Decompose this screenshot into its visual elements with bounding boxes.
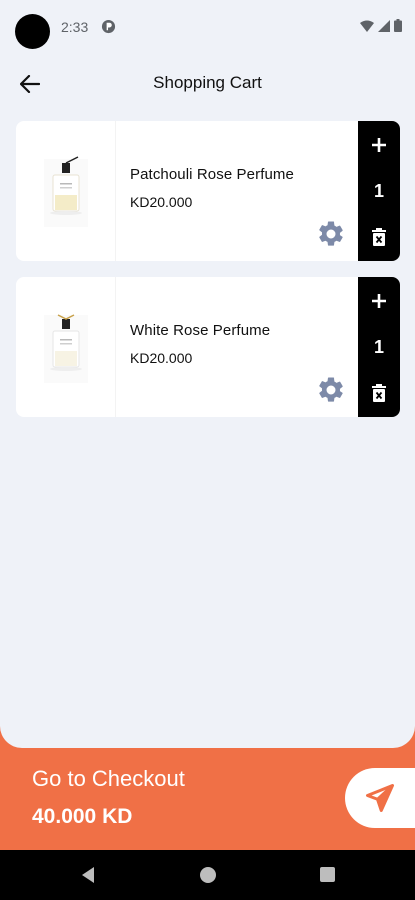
trash-icon [372, 384, 386, 402]
plus-icon [372, 138, 386, 152]
status-icons [360, 19, 402, 32]
camera-cutout [15, 14, 50, 49]
app-notification-icon [101, 19, 116, 34]
nav-recents-button[interactable] [320, 867, 335, 882]
item-name: White Rose Perfume [130, 322, 271, 339]
trash-icon [372, 228, 386, 246]
cart-screen: 2:33 Shopping Cart Patchouli Rose Perfum… [0, 0, 415, 748]
checkout-button[interactable] [345, 768, 415, 828]
app-bar: Shopping Cart [0, 60, 415, 106]
plus-icon [372, 294, 386, 308]
nav-home-button[interactable] [200, 867, 216, 883]
perfume-bottle-image [43, 314, 88, 383]
quantity-value: 1 [373, 336, 384, 357]
send-icon [366, 784, 394, 812]
product-image [16, 277, 116, 417]
item-price: KD20.000 [130, 194, 193, 210]
system-nav-bar [0, 850, 415, 900]
cart-item[interactable]: White Rose Perfume KD20.000 1 [16, 277, 400, 417]
nav-back-icon[interactable] [79, 866, 97, 884]
quantity-stepper: 1 [358, 121, 400, 261]
battery-icon [394, 19, 402, 32]
checkout-total: 40.000 KD [32, 805, 133, 828]
wifi-icon [360, 20, 374, 32]
item-price: KD20.000 [130, 350, 193, 366]
status-time: 2:33 [61, 19, 89, 35]
increase-quantity-button[interactable] [367, 289, 391, 313]
page-title: Shopping Cart [153, 73, 262, 92]
quantity-stepper: 1 [358, 277, 400, 417]
item-name: Patchouli Rose Perfume [130, 166, 294, 183]
delete-item-button[interactable] [367, 381, 391, 405]
delete-item-button[interactable] [367, 225, 391, 249]
gear-icon [319, 221, 343, 246]
item-options-button[interactable] [316, 375, 346, 405]
perfume-bottle-image [43, 156, 88, 227]
gear-icon [319, 377, 343, 402]
cart-item[interactable]: Patchouli Rose Perfume KD20.000 1 [16, 121, 400, 261]
status-bar: 2:33 [0, 0, 415, 52]
signal-icon [378, 19, 390, 32]
quantity-value: 1 [373, 180, 384, 201]
increase-quantity-button[interactable] [367, 133, 391, 157]
checkout-label: Go to Checkout [32, 766, 185, 791]
item-options-button[interactable] [316, 219, 346, 249]
product-image [16, 121, 116, 261]
